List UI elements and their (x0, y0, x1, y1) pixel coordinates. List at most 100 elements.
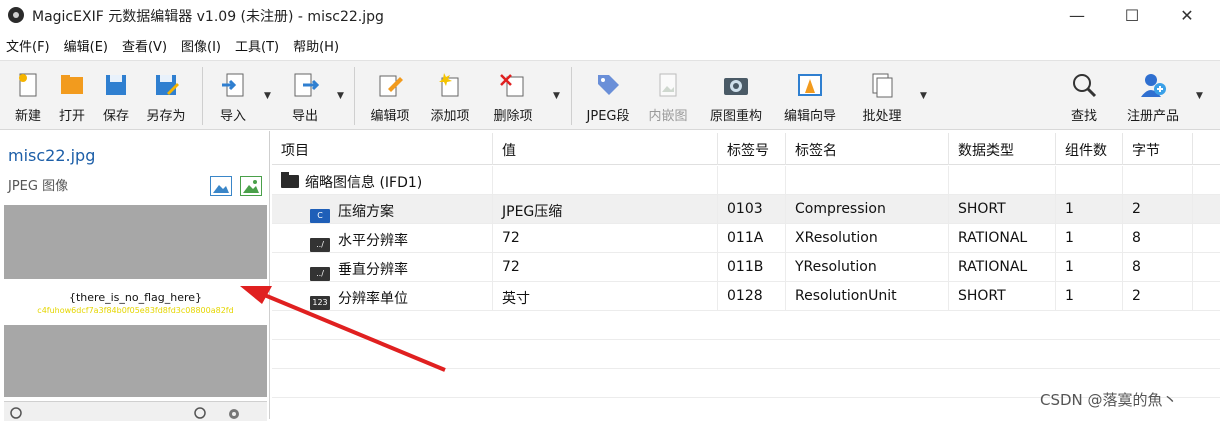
tag-name-cell: Compression (786, 195, 949, 224)
batch-button[interactable]: 批处理 (856, 67, 908, 127)
column-header-count[interactable]: 组件数 (1056, 133, 1123, 165)
open-label: 打开 (58, 109, 85, 124)
export-icon (291, 71, 320, 99)
import-label: 导入 (219, 109, 246, 124)
minimize-button[interactable]: — (1050, 0, 1104, 31)
save-button[interactable]: 保存 (96, 67, 136, 127)
column-header-bytes[interactable]: 字节 (1123, 133, 1193, 165)
thumbnail-mode-icon[interactable] (240, 176, 262, 196)
new-label: 新建 (14, 109, 41, 124)
save-as-label: 另存为 (146, 109, 186, 124)
folder-open-icon (58, 71, 86, 99)
import-icon (219, 71, 247, 99)
toolbar-separator (202, 67, 203, 125)
toolbar-separator (354, 67, 355, 125)
save-icon (102, 71, 130, 99)
export-dropdown-icon[interactable]: ▼ (337, 91, 344, 101)
menu-file[interactable]: 文件(F) (0, 33, 58, 57)
app-logo-icon (8, 7, 24, 23)
count-cell: 1 (1056, 224, 1123, 253)
group-row[interactable]: 缩略图信息 (IFD1) (272, 166, 1220, 195)
empty-cell (493, 166, 718, 195)
tag-name-cell: YResolution (786, 253, 949, 282)
edit-item-label: 编辑项 (370, 109, 410, 124)
toolbar: 新建 打开 保存 另存为 导入 ▼ 导出 ▼ 编辑项 添加项 删除项 ▼ JPE… (0, 60, 1220, 130)
menu-view[interactable]: 查看(V) (116, 33, 175, 57)
new-file-icon (14, 71, 42, 99)
embedded-image-button[interactable]: 内嵌图 (644, 67, 692, 127)
delete-item-button[interactable]: 删除项 (487, 67, 539, 127)
grid-header: 项目 值 标签号 标签名 数据类型 组件数 字节 (272, 133, 1220, 165)
register-label: 注册产品 (1126, 109, 1179, 124)
import-button[interactable]: 导入 (212, 67, 254, 127)
embedded-image-label: 内嵌图 (648, 109, 688, 124)
menu-edit[interactable]: 编辑(E) (58, 33, 116, 57)
add-item-label: 添加项 (430, 109, 470, 124)
item-name: 水平分辨率 (338, 233, 408, 249)
group-label: 缩略图信息 (IFD1) (305, 175, 423, 191)
table-row[interactable]: ../垂直分辨率 72 011B YResolution RATIONAL 1 … (272, 253, 1220, 282)
value-cell: 72 (493, 224, 718, 253)
delete-dropdown-icon[interactable]: ▼ (553, 91, 560, 101)
empty-row (272, 311, 1220, 340)
preview-mode-icon[interactable] (210, 176, 232, 196)
column-header-item[interactable]: 项目 (272, 133, 493, 165)
edit-item-button[interactable]: 编辑项 (366, 67, 414, 127)
panel-search-bar[interactable] (4, 401, 267, 421)
table-row[interactable]: 123 分辨率单位 英寸 0128 ResolutionUnit SHORT 1 … (272, 282, 1220, 311)
new-button[interactable]: 新建 (8, 67, 48, 127)
value-cell: JPEG压缩 (493, 195, 718, 224)
item-name: 垂直分辨率 (338, 262, 408, 278)
delete-item-label: 删除项 (493, 109, 533, 124)
import-dropdown-icon[interactable]: ▼ (264, 91, 271, 101)
tag-icon (594, 71, 622, 99)
column-header-tag-name[interactable]: 标签名 (786, 133, 949, 165)
tag-name-cell: ResolutionUnit (786, 282, 949, 311)
count-cell: 1 (1056, 282, 1123, 311)
find-button[interactable]: 查找 (1064, 67, 1104, 127)
menu-bar: 文件(F) 编辑(E) 查看(V) 图像(I) 工具(T) 帮助(H) (0, 33, 1220, 57)
tag-number-cell: 011A (718, 224, 786, 253)
menu-image[interactable]: 图像(I) (175, 33, 229, 57)
close-button[interactable]: ✕ (1160, 0, 1214, 31)
item-cell: 123 分辨率单位 (272, 282, 493, 311)
thumbnail-text-strip: {there_is_no_flag_here} c4fuhow6dcf7a3f8… (4, 279, 267, 325)
save-label: 保存 (102, 109, 129, 124)
window-title: MagicEXIF 元数据编辑器 v1.09 (未注册) - misc22.jp… (32, 9, 384, 25)
thumbnail-flag-text: {there_is_no_flag_here} (68, 291, 203, 304)
save-as-icon (152, 71, 180, 99)
bytes-cell: 2 (1123, 282, 1193, 311)
gear-icon[interactable] (226, 406, 244, 420)
empty-cell (786, 166, 949, 195)
value-cell: 72 (493, 253, 718, 282)
compression-icon: C (310, 209, 330, 223)
column-header-tag-number[interactable]: 标签号 (718, 133, 786, 165)
export-button[interactable]: 导出 (284, 67, 326, 127)
open-button[interactable]: 打开 (52, 67, 92, 127)
restore-image-button[interactable]: 原图重构 (704, 67, 768, 127)
column-header-value[interactable]: 值 (493, 133, 718, 165)
column-header-data-type[interactable]: 数据类型 (949, 133, 1056, 165)
delete-item-icon (499, 71, 527, 99)
tag-name-cell: XResolution (786, 224, 949, 253)
register-button[interactable]: 注册产品 (1120, 67, 1186, 127)
jpeg-segment-label: JPEG段 (586, 109, 630, 124)
value-cell: 英寸 (493, 282, 718, 311)
menu-help[interactable]: 帮助(H) (287, 33, 347, 57)
jpeg-segment-button[interactable]: JPEG段 (582, 67, 634, 127)
edit-wizard-button[interactable]: 编辑向导 (778, 67, 842, 127)
edit-wizard-label: 编辑向导 (783, 109, 836, 124)
restore-image-label: 原图重构 (709, 109, 762, 124)
add-item-button[interactable]: 添加项 (424, 67, 476, 127)
register-dropdown-icon[interactable]: ▼ (1196, 91, 1203, 101)
batch-dropdown-icon[interactable]: ▼ (920, 91, 927, 101)
table-row[interactable]: ../水平分辨率 72 011A XResolution RATIONAL 1 … (272, 224, 1220, 253)
maximize-button[interactable]: ☐ (1105, 0, 1159, 31)
export-label: 导出 (291, 109, 318, 124)
search-icon (1070, 71, 1098, 99)
camera-icon (722, 71, 750, 99)
save-as-button[interactable]: 另存为 (140, 67, 192, 127)
edit-icon (376, 71, 404, 99)
menu-tools[interactable]: 工具(T) (229, 33, 287, 57)
table-row[interactable]: C 压缩方案 JPEG压缩 0103 Compression SHORT 1 2 (272, 195, 1220, 224)
